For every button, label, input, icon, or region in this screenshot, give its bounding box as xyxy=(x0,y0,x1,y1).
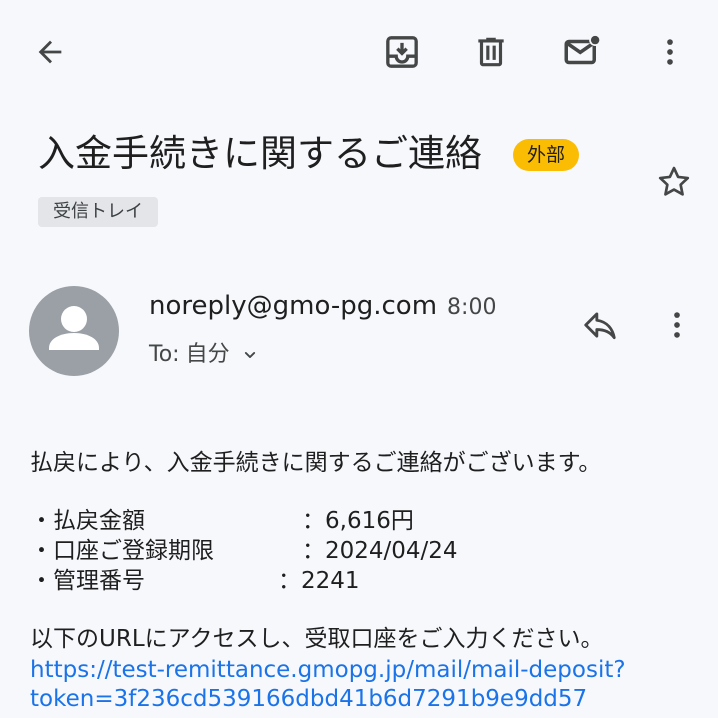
star-button[interactable] xyxy=(648,156,700,208)
to-value: 自分 xyxy=(185,342,230,367)
avatar[interactable] xyxy=(29,286,119,376)
message-more-button[interactable] xyxy=(653,301,701,349)
more-vert-icon xyxy=(667,39,673,65)
mark-unread-button[interactable] xyxy=(558,28,606,76)
inbox-label-chip[interactable]: 受信トレイ xyxy=(38,197,158,227)
reply-button[interactable] xyxy=(576,301,624,349)
chevron-down-icon xyxy=(240,345,260,365)
star-outline-icon xyxy=(658,166,690,196)
external-badge: 外部 xyxy=(513,139,580,171)
detail-row: ・払戻金額 ：6,616円 xyxy=(30,506,414,536)
more-options-button[interactable] xyxy=(646,28,694,76)
reply-icon xyxy=(584,312,616,340)
detail-value: ：2241 xyxy=(278,568,360,594)
detail-label: ・管理番号 xyxy=(30,568,145,594)
archive-icon xyxy=(386,36,418,68)
body-intro: 払戻により、入金手続きに関するご連絡がございます。 xyxy=(30,450,602,476)
trash-icon xyxy=(478,37,504,67)
recipient-line[interactable]: To: 自分 xyxy=(149,339,260,371)
back-button[interactable] xyxy=(26,28,74,76)
mark-unread-mail-icon xyxy=(564,34,602,65)
detail-row: ・管理番号 ：2241 xyxy=(30,566,360,596)
delete-button[interactable] xyxy=(467,28,515,76)
to-prefix: To: xyxy=(149,342,180,367)
more-vert-icon xyxy=(674,312,680,338)
received-time: 8:00 xyxy=(447,295,497,320)
detail-row: ・口座ご登録期限 ：2024/04/24 xyxy=(30,536,458,566)
person-icon xyxy=(49,306,99,350)
arrow-back-icon xyxy=(38,40,62,64)
detail-label: ・払戻金額 xyxy=(30,508,145,534)
detail-value: ：6,616円 xyxy=(302,508,414,534)
email-subject: 入金手続きに関するご連絡 xyxy=(38,132,482,175)
detail-label: ・口座ご登録期限 xyxy=(30,538,214,564)
body-instruction: 以下のURLにアクセスし、受取口座をご入力ください。 xyxy=(30,626,604,652)
deposit-link-line-2[interactable]: token=3f236cd539166dbd41b6d7291b9e9dd57 xyxy=(30,684,587,714)
detail-value: ：2024/04/24 xyxy=(302,538,458,564)
sender-line: noreply@gmo-pg.com 8:00 xyxy=(149,286,496,328)
deposit-link-line-1[interactable]: https://test-remittance.gmopg.jp/mail/ma… xyxy=(30,655,626,685)
archive-button[interactable] xyxy=(378,28,426,76)
sender-address[interactable]: noreply@gmo-pg.com xyxy=(149,291,437,321)
